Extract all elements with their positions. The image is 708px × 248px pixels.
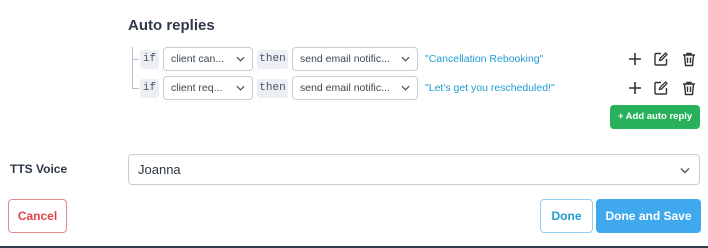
- chevron-down-icon: [401, 85, 410, 91]
- action-select[interactable]: send email notific...: [292, 76, 418, 100]
- action-select[interactable]: send email notific...: [292, 47, 418, 71]
- if-keyword: if: [140, 79, 159, 98]
- then-keyword: then: [257, 50, 288, 69]
- auto-replies-title: Auto replies: [128, 17, 215, 34]
- chevron-down-icon: [236, 56, 245, 62]
- tts-voice-value: Joanna: [138, 162, 181, 177]
- if-keyword: if: [140, 50, 159, 69]
- tree-connector: [132, 47, 133, 89]
- chevron-down-icon: [680, 168, 690, 174]
- reply-template-value: "Let's get you rescheduled!": [425, 82, 555, 94]
- tree-branch: [132, 59, 139, 60]
- chevron-down-icon: [401, 56, 410, 62]
- done-button[interactable]: Done: [540, 199, 593, 233]
- tts-voice-label: TTS Voice: [10, 162, 68, 176]
- done-and-save-button[interactable]: Done and Save: [596, 199, 701, 233]
- action-value: send email notific...: [300, 82, 390, 94]
- then-keyword: then: [257, 79, 288, 98]
- edit-icon[interactable]: [653, 80, 669, 96]
- condition-value: client can...: [171, 53, 225, 65]
- edit-icon[interactable]: [653, 51, 669, 67]
- tts-voice-select[interactable]: Joanna: [128, 154, 700, 185]
- trash-icon[interactable]: [681, 51, 697, 67]
- plus-icon[interactable]: [627, 80, 643, 96]
- cancel-button[interactable]: Cancel: [8, 199, 67, 233]
- add-auto-reply-button[interactable]: + Add auto reply: [610, 105, 700, 129]
- condition-select[interactable]: client can...: [163, 47, 253, 71]
- action-value: send email notific...: [300, 53, 390, 65]
- reply-template-value: "Cancellation Rebooking": [425, 53, 544, 65]
- plus-icon[interactable]: [627, 51, 643, 67]
- condition-select[interactable]: client req...: [163, 76, 253, 100]
- condition-value: client req...: [171, 82, 223, 94]
- trash-icon[interactable]: [681, 80, 697, 96]
- tree-branch: [132, 88, 139, 89]
- chevron-down-icon: [236, 85, 245, 91]
